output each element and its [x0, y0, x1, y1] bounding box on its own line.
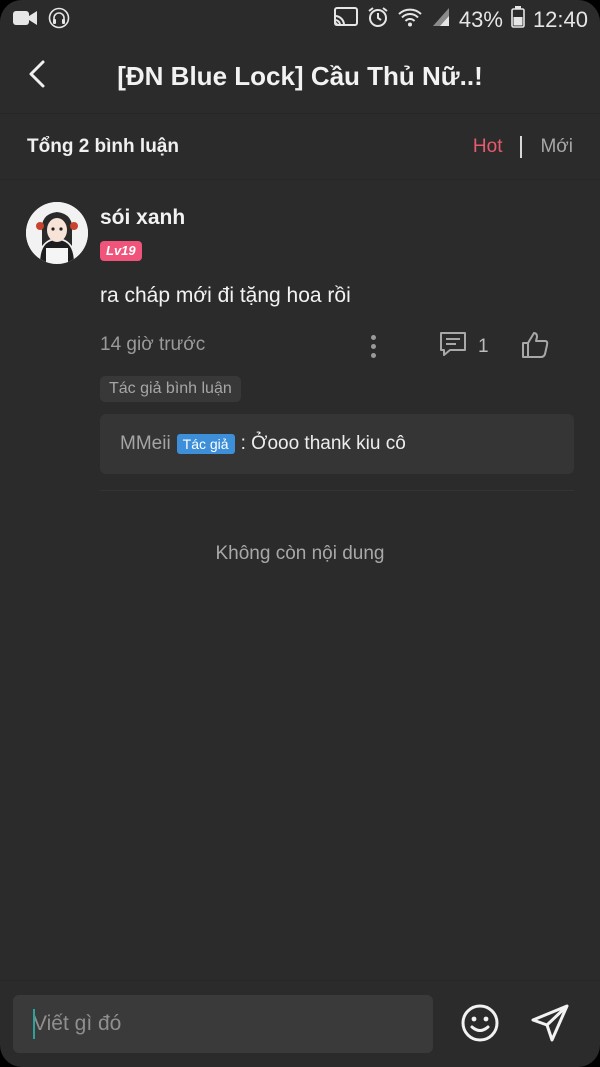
author-reply[interactable]: MMeii Tác giả : Ởooo thank kiu cô	[100, 414, 574, 474]
comments-sort-bar: Tổng 2 bình luận Hot Mới	[0, 114, 600, 180]
battery-icon	[511, 6, 525, 34]
back-button[interactable]	[22, 58, 52, 94]
thumbs-up-icon	[520, 332, 550, 364]
page-title: [ĐN Blue Lock] Cầu Thủ Nữ..!	[117, 61, 483, 91]
reply-count: 1	[478, 335, 489, 357]
end-of-list-text: Không còn nội dung	[215, 543, 385, 564]
author-comment-label: Tác giả bình luận	[100, 376, 241, 402]
sort-new-tab[interactable]: Mới	[540, 136, 573, 158]
back-arrow-icon	[27, 59, 47, 94]
text-cursor	[33, 1009, 35, 1039]
comment-text: ra cháp mới đi tặng hoa rồi	[100, 284, 351, 307]
wifi-icon	[397, 6, 423, 34]
status-bar: 43% 12:40	[0, 0, 600, 40]
comment-username[interactable]: sói xanh	[100, 206, 185, 230]
header: [ĐN Blue Lock] Cầu Thủ Nữ..!	[0, 40, 600, 114]
more-options-button[interactable]	[363, 332, 383, 360]
level-badge: Lv19	[100, 241, 142, 261]
avatar[interactable]	[26, 202, 88, 264]
comment-input[interactable]	[13, 995, 433, 1053]
send-icon	[530, 1004, 570, 1047]
comment-composer	[0, 980, 600, 1067]
sort-separator	[520, 135, 523, 158]
clock: 12:40	[532, 7, 588, 32]
reply-username[interactable]: MMeii	[120, 433, 171, 455]
battery-percent: 43%	[458, 7, 503, 32]
divider	[100, 490, 574, 491]
reply-text: : Ởooo thank kiu cô	[240, 433, 406, 454]
emoji-icon	[460, 1004, 500, 1047]
headphone-icon	[48, 7, 70, 34]
comment-icon	[438, 330, 468, 363]
comment-time: 14 giờ trước	[100, 334, 206, 355]
more-vertical-icon	[370, 334, 376, 358]
send-button[interactable]	[530, 1003, 570, 1048]
total-comments: Tổng 2 bình luận	[27, 135, 179, 157]
screen: 43% 12:40 [ĐN Blue Lock] Cầu Thủ Nữ..! T…	[0, 0, 600, 1067]
emoji-button[interactable]	[460, 1003, 500, 1048]
signal-icon	[431, 6, 451, 34]
like-button[interactable]	[520, 330, 550, 365]
reply-button[interactable]: 1	[438, 330, 489, 363]
video-camera-icon	[12, 9, 38, 32]
comment-meta: 14 giờ trước 1	[100, 330, 574, 360]
alarm-icon	[367, 6, 389, 34]
author-badge: Tác giả	[176, 434, 235, 454]
sort-hot-tab[interactable]: Hot	[473, 136, 503, 158]
cast-icon	[333, 6, 359, 34]
